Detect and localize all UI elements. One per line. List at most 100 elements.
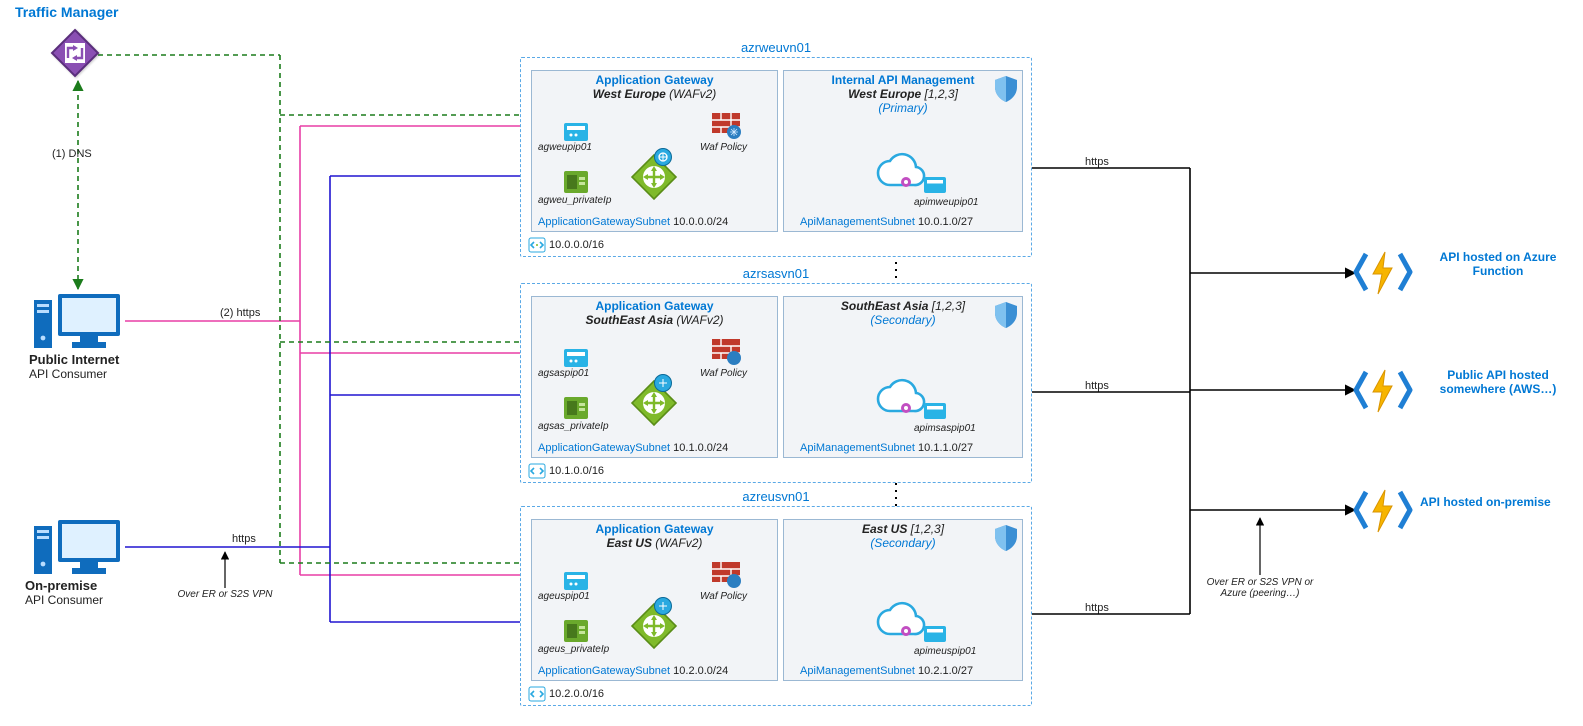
ag-sas-subnet-cidr: 10.1.0.0/24	[673, 442, 728, 454]
apim-eus-subnet: ApiManagementSubnet	[800, 665, 915, 677]
traffic-manager-label: Traffic Manager	[15, 4, 118, 20]
ag-eus-box: Application Gateway East US (WAFv2) ageu…	[531, 519, 778, 681]
ag-sas-region: SouthEast Asia	[585, 313, 673, 327]
https-label-2: https	[1085, 380, 1109, 392]
apim-eus-box: East US [1,2,3] (Secondary) apimeuspip01…	[783, 519, 1023, 681]
apim-weu-role: (Primary)	[784, 101, 1022, 115]
https-label-1: https	[1085, 156, 1109, 168]
vnet-weu-name: azrweuvn01	[741, 40, 811, 55]
onprem-api-label: API hosted on-premise	[1420, 495, 1551, 509]
onprem-title: On-premise	[25, 578, 97, 593]
apim-weu-title: Internal API Management	[784, 73, 1022, 87]
api-management-icon	[876, 155, 924, 191]
apim-sas-role: (Secondary)	[784, 313, 1022, 327]
apim-eus-subnet-cidr: 10.2.1.0/27	[918, 665, 973, 677]
vnet-cidr-icon	[529, 238, 545, 252]
public-ip-icon	[564, 572, 588, 590]
er-note: Over ER or S2S VPN	[170, 589, 280, 600]
vnet-weu: azrweuvn01 Application Gateway West Euro…	[520, 57, 1032, 257]
nic-icon	[564, 171, 588, 193]
public-api-node	[1354, 364, 1412, 419]
nic-icon	[564, 397, 588, 419]
apim-weu-subnet-cidr: 10.0.1.0/27	[918, 216, 973, 228]
public-internet-node	[32, 288, 126, 353]
public-internet-title: Public Internet	[29, 352, 119, 367]
public-ip-icon	[564, 349, 588, 367]
vnet-cidr-icon	[529, 464, 545, 478]
ag-badge-icon	[654, 148, 672, 166]
ag-weu-pip: agweupip01	[538, 142, 592, 153]
apim-eus-pip: apimeuspip01	[914, 646, 976, 657]
apim-sas-subnet: ApiManagementSubnet	[800, 442, 915, 454]
apim-eus-instances: [1,2,3]	[911, 522, 944, 536]
vnet-eus: azreusvn01 Application Gateway East US (…	[520, 506, 1032, 706]
azure-function-icon	[1354, 246, 1412, 298]
apim-eus-region: East US	[862, 522, 907, 536]
vnet-sas: azrsasvn01 Application Gateway SouthEast…	[520, 283, 1032, 483]
traffic-manager-icon	[50, 28, 100, 78]
ag-sas-subnet: ApplicationGatewaySubnet	[538, 442, 670, 454]
computer-icon	[32, 514, 126, 576]
ag-weu-waf: Waf Policy	[700, 142, 747, 153]
apim-weu-box: Internal API Management West Europe [1,2…	[783, 70, 1023, 232]
azure-function-label: API hosted on Azure Function	[1418, 250, 1578, 278]
apim-eus-role: (Secondary)	[784, 536, 1022, 550]
api-management-icon	[876, 381, 924, 417]
apim-weu-pip: apimweupip01	[914, 197, 979, 208]
onprem-node	[32, 514, 126, 579]
ag-badge-icon	[654, 374, 672, 392]
firewall-icon	[712, 339, 740, 365]
public-internet-subtitle: API Consumer	[29, 367, 107, 381]
ag-eus-private: ageus_privateIp	[538, 644, 609, 655]
nic-icon	[564, 620, 588, 642]
vnet-cidr-icon	[529, 687, 545, 701]
ag-sas-waf: Waf Policy	[700, 368, 747, 379]
ag-sas-pip: agsaspip01	[538, 368, 589, 379]
onprem-api-node	[1354, 484, 1412, 539]
ag-eus-subnet-cidr: 10.2.0.0/24	[673, 665, 728, 677]
apim-sas-pip: apimsaspip01	[914, 423, 976, 434]
ag-weu-sku: (WAFv2)	[669, 87, 716, 101]
computer-icon	[32, 288, 126, 350]
ag-weu-title: Application Gateway	[532, 73, 777, 87]
azure-function-node	[1354, 246, 1412, 301]
ag-eus-pip: ageuspip01	[538, 591, 590, 602]
public-https-label: (2) https	[220, 307, 260, 319]
ag-eus-sku: (WAFv2)	[655, 536, 702, 550]
public-ip-icon	[564, 123, 588, 141]
apim-weu-instances: [1,2,3]	[925, 87, 958, 101]
ag-eus-title: Application Gateway	[532, 522, 777, 536]
apim-weu-region: West Europe	[848, 87, 921, 101]
apim-weu-subnet: ApiManagementSubnet	[800, 216, 915, 228]
ag-sas-private: agsas_privateIp	[538, 421, 609, 432]
shield-icon	[994, 524, 1018, 552]
ag-eus-waf: Waf Policy	[700, 591, 747, 602]
shield-icon	[994, 75, 1018, 103]
ag-weu-private: agweu_privateIp	[538, 195, 611, 206]
ag-weu-region: West Europe	[593, 87, 666, 101]
ag-sas-box: Application Gateway SouthEast Asia (WAFv…	[531, 296, 778, 458]
dns-label: (1) DNS	[52, 148, 92, 160]
vnet-eus-cidr: 10.2.0.0/16	[529, 687, 604, 701]
ag-sas-sku: (WAFv2)	[676, 313, 723, 327]
public-ip-icon	[924, 177, 946, 193]
vnet-sas-name: azrsasvn01	[743, 266, 809, 281]
public-ip-icon	[924, 403, 946, 419]
vnet-weu-cidr: 10.0.0.0/16	[529, 238, 604, 252]
firewall-icon	[712, 562, 740, 588]
https-label-3: https	[1085, 602, 1109, 614]
ag-badge-icon	[654, 597, 672, 615]
azure-function-icon	[1354, 484, 1412, 536]
apim-sas-box: SouthEast Asia [1,2,3] (Secondary) apims…	[783, 296, 1023, 458]
azure-function-icon	[1354, 364, 1412, 416]
vnet-eus-name: azreusvn01	[742, 489, 809, 504]
ag-eus-region: East US	[607, 536, 652, 550]
onprem-subtitle: API Consumer	[25, 593, 103, 607]
shield-icon	[994, 301, 1018, 329]
ag-weu-subnet-cidr: 10.0.0.0/24	[673, 216, 728, 228]
onprem-https-label: https	[232, 533, 256, 545]
firewall-icon	[712, 113, 740, 139]
vnet-sas-cidr: 10.1.0.0/16	[529, 464, 604, 478]
public-api-label: Public API hosted somewhere (AWS…)	[1418, 368, 1578, 396]
public-ip-icon	[924, 626, 946, 642]
